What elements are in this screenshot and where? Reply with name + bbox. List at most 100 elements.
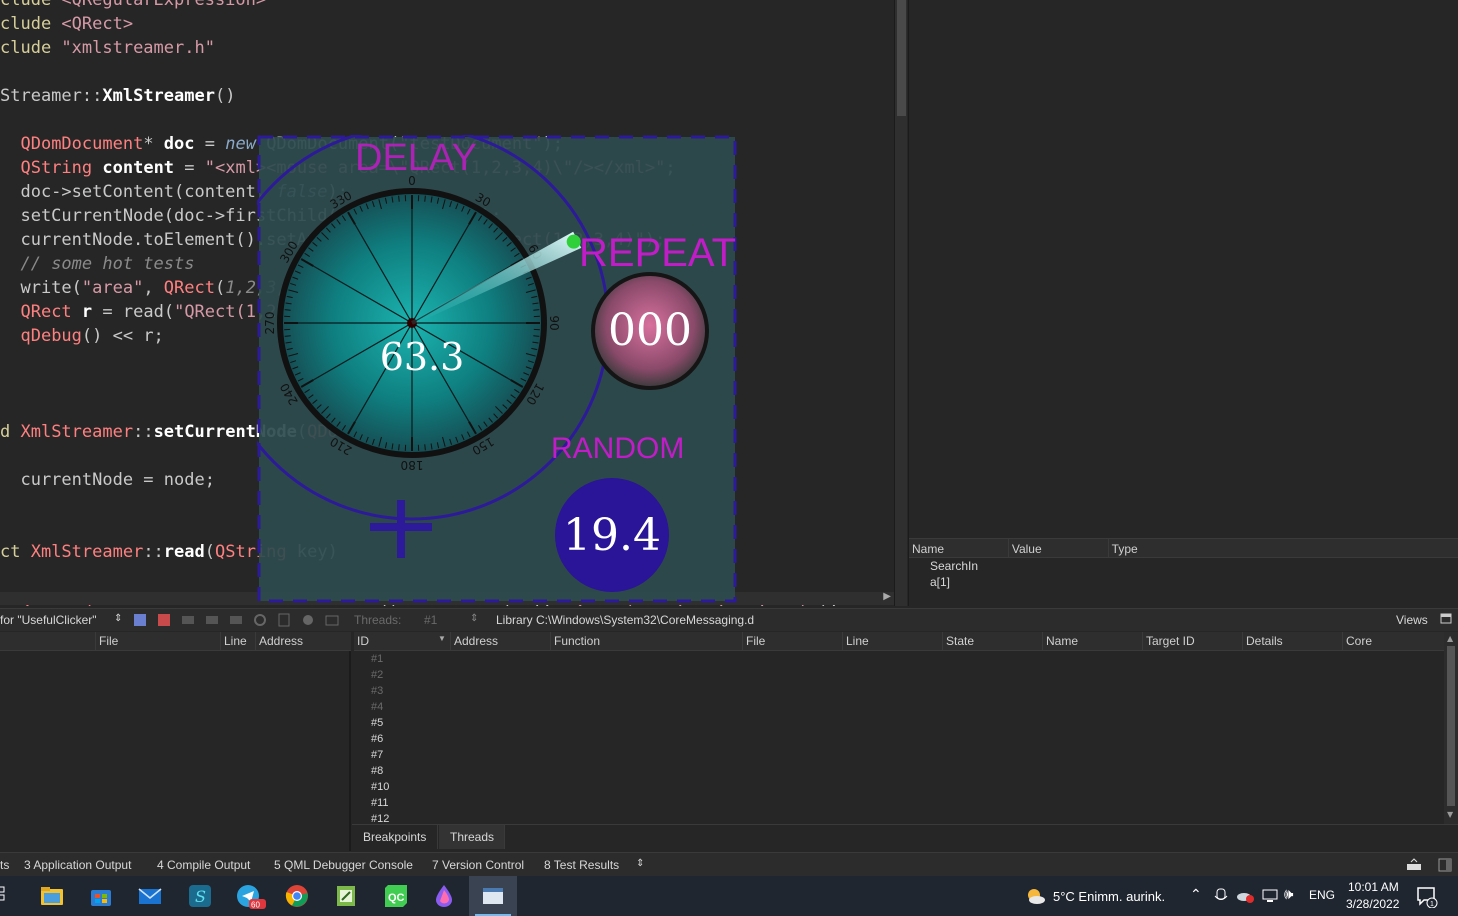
code-token: qDebug	[20, 326, 82, 346]
thread-select-arrows-icon[interactable]: ⇕	[470, 613, 478, 624]
threads-list[interactable]: #1 #2 #3 #4 #5 #6 #7 #8 #10 #11 #12	[354, 651, 1444, 823]
outpane-issues[interactable]: ts	[0, 858, 9, 872]
taskbar-paint[interactable]	[420, 876, 468, 916]
thread-row[interactable]: #12	[354, 811, 1444, 823]
code-token: <QRect>	[61, 14, 134, 34]
tab-breakpoints[interactable]: Breakpoints	[352, 825, 439, 849]
stack-icon[interactable]	[133, 613, 147, 627]
onedrive-error-icon[interactable]	[1236, 888, 1256, 904]
weather-sun-cloud-icon[interactable]	[1024, 887, 1046, 905]
thread-row[interactable]: #6	[354, 731, 1444, 747]
thread-row[interactable]: #7	[354, 747, 1444, 763]
code-line[interactable]: clude <QRegularExpression>	[0, 0, 839, 12]
threads-col-state[interactable]: State	[942, 632, 1042, 651]
float-panel-icon[interactable]	[1440, 613, 1454, 627]
meet-now-icon[interactable]	[1214, 888, 1228, 904]
outpane-version-control[interactable]: 7 Version Control	[432, 858, 524, 872]
operate-by-instruction-icon[interactable]	[277, 613, 291, 627]
scroll-up-icon[interactable]: ▲	[1447, 634, 1453, 643]
thread-select[interactable]: #1	[424, 613, 437, 627]
weather-text[interactable]: 5°C Enimm. aurink.	[1053, 889, 1165, 904]
target-select-arrows-icon[interactable]: ⇕	[114, 613, 122, 624]
taskbar-store[interactable]	[77, 876, 125, 916]
step-into-icon[interactable]	[205, 613, 219, 627]
stack-col-line[interactable]: Line	[220, 632, 255, 651]
outpane-application-output[interactable]: 3 Application Output	[24, 858, 131, 872]
threads-col-core[interactable]: Core	[1342, 632, 1444, 651]
remove-breakpoint-icon[interactable]	[157, 613, 171, 627]
clock-time[interactable]: 10:01 AM	[1348, 880, 1399, 894]
locals-row[interactable]: a[1]	[909, 574, 1458, 590]
taskbar-chrome[interactable]	[273, 876, 321, 916]
code-line[interactable]: Streamer::XmlStreamer()	[0, 84, 839, 108]
language-indicator[interactable]: ENG	[1309, 888, 1335, 902]
threads-col-file[interactable]: File	[742, 632, 842, 651]
thread-row[interactable]: #1	[354, 651, 1444, 667]
threads-col-id[interactable]: ID ▼	[354, 632, 450, 651]
threads-col-name[interactable]: Name	[1042, 632, 1142, 651]
taskbar-notepad[interactable]	[322, 876, 370, 916]
random-value[interactable]: 19.4	[557, 510, 667, 561]
show-hidden-icons-icon[interactable]: ⌃	[1190, 886, 1202, 903]
code-line[interactable]: clude "xmlstreamer.h"	[0, 36, 839, 60]
step-over-icon[interactable]	[181, 613, 195, 627]
repeat-value[interactable]: 000	[597, 305, 703, 356]
threads-col-details[interactable]: Details	[1242, 632, 1342, 651]
taskbar-telegram[interactable]: 60	[224, 876, 272, 916]
stack-col-file[interactable]: File	[95, 632, 220, 651]
threads-scroll-thumb[interactable]	[1447, 646, 1455, 806]
clock-date[interactable]: 3/28/2022	[1346, 897, 1399, 911]
maximize-panel-icon[interactable]	[1406, 858, 1422, 872]
outpane-qml-debugger-console[interactable]: 5 QML Debugger Console	[274, 858, 413, 872]
snapshot-icon[interactable]	[325, 613, 339, 627]
outpane-more-arrows-icon[interactable]: ⇕	[636, 858, 644, 869]
stack-col-address[interactable]: Address	[255, 632, 351, 651]
network-icon[interactable]	[1262, 888, 1280, 904]
taskbar-active-app[interactable]	[469, 876, 517, 916]
locals-row[interactable]: SearchIn	[909, 558, 1458, 574]
outpane-compile-output[interactable]: 4 Compile Output	[157, 858, 250, 872]
thread-row[interactable]: #11	[354, 795, 1444, 811]
taskbar-s-app[interactable]: S	[176, 876, 224, 916]
scroll-right-arrow-icon[interactable]: ▶	[883, 591, 891, 602]
code-token: <QRegularExpression>	[61, 0, 267, 10]
volume-icon[interactable]: 🕪	[1284, 886, 1293, 903]
code-line[interactable]	[0, 60, 839, 84]
scroll-down-icon[interactable]: ▼	[1447, 810, 1453, 819]
code-token: read(	[122, 302, 175, 322]
tab-threads[interactable]: Threads	[439, 825, 505, 849]
stack-view[interactable]	[0, 651, 351, 851]
record-icon[interactable]	[301, 613, 315, 627]
locals-col-value[interactable]: Value	[1009, 539, 1109, 557]
thread-row[interactable]: #8	[354, 763, 1444, 779]
locals-expressions-view[interactable]: Name Value Type SearchIn a[1]	[908, 538, 1458, 606]
thread-row[interactable]: #4	[354, 699, 1444, 715]
locals-col-type[interactable]: Type	[1109, 539, 1458, 557]
threads-col-line[interactable]: Line	[842, 632, 942, 651]
locals-col-name[interactable]: Name	[909, 539, 1009, 557]
restart-icon[interactable]	[253, 613, 267, 627]
useful-clicker-widget[interactable]: 0 30 60 90 120 150 180 210 240 270 300 330 DELAY RE…	[257, 135, 737, 610]
code-line[interactable]: clude <QRect>	[0, 12, 839, 36]
editor-scroll-thumb[interactable]	[897, 0, 906, 116]
threads-col-address[interactable]: Address	[450, 632, 550, 651]
threads-col-function[interactable]: Function	[550, 632, 742, 651]
thread-row[interactable]: #10	[354, 779, 1444, 795]
threads-scrollbar[interactable]: ▲ ▼	[1444, 632, 1458, 824]
thread-row[interactable]: #5	[354, 715, 1444, 731]
taskbar-file-explorer[interactable]	[28, 876, 76, 916]
code-line[interactable]	[0, 108, 839, 132]
task-view-button[interactable]	[0, 876, 10, 916]
threads-col-target-id[interactable]: Target ID	[1142, 632, 1242, 651]
thread-row[interactable]: #3	[354, 683, 1444, 699]
thread-row[interactable]: #2	[354, 667, 1444, 683]
taskbar-qt-creator[interactable]: QC	[372, 876, 420, 916]
editor-vertical-scrollbar[interactable]	[894, 0, 907, 606]
step-out-icon[interactable]	[229, 613, 243, 627]
sidebar-toggle-icon[interactable]	[1438, 858, 1452, 872]
debug-target-select[interactable]: for "UsefulClicker"	[0, 613, 97, 627]
views-button[interactable]: Views	[1396, 613, 1428, 627]
notification-center-icon[interactable]: 1	[1416, 886, 1438, 908]
outpane-test-results[interactable]: 8 Test Results	[544, 858, 619, 872]
taskbar-mail[interactable]	[126, 876, 174, 916]
